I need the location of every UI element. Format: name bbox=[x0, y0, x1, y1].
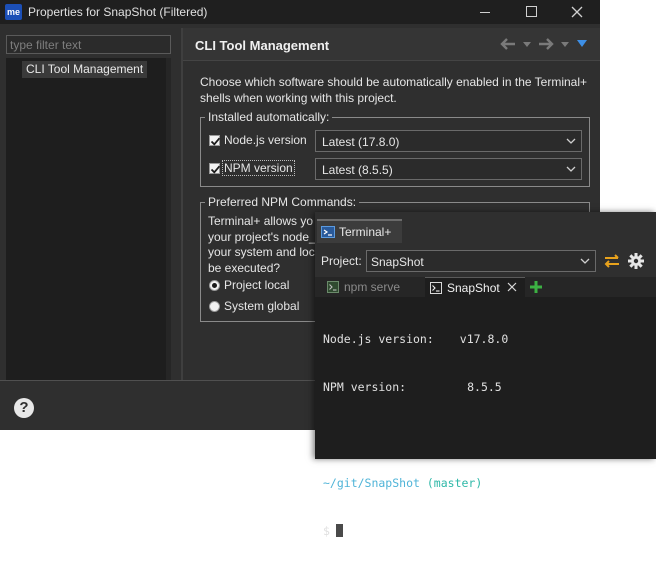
maximize-button[interactable] bbox=[508, 0, 554, 24]
nodejs-version-select[interactable]: Latest (17.8.0) bbox=[315, 130, 582, 152]
chevron-down-icon bbox=[566, 166, 576, 172]
output-line: NPM version: 8.5.5 bbox=[323, 379, 648, 395]
prompt-line: $ bbox=[323, 523, 648, 539]
current-directory: ~/git/SnapShot bbox=[323, 476, 420, 490]
nodejs-checkbox[interactable] bbox=[209, 135, 221, 146]
session-label: SnapShot bbox=[447, 281, 500, 295]
terminal-toolbar: Project: SnapShot bbox=[315, 247, 656, 277]
project-value: SnapShot bbox=[371, 255, 424, 269]
nodejs-version-value: Latest (17.8.0) bbox=[322, 135, 400, 149]
app-logo-icon: me bbox=[5, 4, 22, 20]
output-key: NPM version: bbox=[323, 380, 407, 394]
title-bar: me Properties for SnapShot (Filtered) bbox=[0, 0, 600, 24]
panel-divider[interactable] bbox=[181, 28, 183, 380]
view-menu-icon[interactable] bbox=[577, 40, 587, 47]
page-description: Choose which software should be automati… bbox=[200, 75, 588, 105]
terminal-plus-view: Terminal+ Project: SnapShot npm serve Sn… bbox=[315, 212, 656, 538]
description-line: your project's node_ bbox=[208, 229, 316, 244]
page-title: CLI Tool Management bbox=[195, 38, 330, 53]
chevron-down-icon bbox=[580, 258, 590, 264]
output-value: 8.5.5 bbox=[467, 380, 502, 394]
git-branch: (master) bbox=[426, 476, 483, 490]
system-global-radio[interactable] bbox=[209, 301, 220, 312]
npm-version-select[interactable]: Latest (8.5.5) bbox=[315, 158, 582, 180]
close-tab-icon[interactable] bbox=[507, 282, 517, 292]
npm-version-label: NPM version bbox=[222, 160, 295, 176]
window-title: Properties for SnapShot (Filtered) bbox=[28, 5, 208, 19]
gear-icon[interactable] bbox=[626, 251, 646, 271]
npm-checkbox[interactable] bbox=[209, 163, 221, 174]
minimize-button[interactable] bbox=[462, 0, 508, 24]
close-icon bbox=[571, 6, 583, 18]
project-label: Project: bbox=[321, 254, 362, 268]
tab-label: Terminal+ bbox=[339, 225, 392, 239]
back-history-dropdown-icon[interactable] bbox=[523, 42, 531, 47]
forward-arrow-icon[interactable] bbox=[537, 37, 555, 51]
output-line: Node.js version: v17.8.0 bbox=[323, 331, 648, 347]
sync-icon[interactable] bbox=[602, 251, 622, 271]
terminal-session-icon bbox=[327, 281, 339, 293]
chevron-down-icon bbox=[566, 138, 576, 144]
view-tab-bar: Terminal+ bbox=[315, 212, 656, 247]
npm-commands-description: Terminal+ allows yo your project's node_… bbox=[208, 214, 316, 276]
prompt-symbol: $ bbox=[323, 524, 330, 538]
session-label: npm serve bbox=[344, 280, 401, 294]
installed-automatically-group: Installed automatically: Node.js version… bbox=[200, 110, 590, 187]
group-title-installed: Installed automatically: bbox=[205, 110, 333, 124]
tab-terminal-plus[interactable]: Terminal+ bbox=[317, 219, 402, 243]
preference-tree: CLI Tool Management bbox=[6, 58, 171, 380]
session-tab-snapshot[interactable]: SnapShot bbox=[425, 277, 525, 297]
description-line: be executed? bbox=[208, 260, 281, 275]
system-global-label: System global bbox=[224, 299, 300, 313]
project-local-radio[interactable] bbox=[209, 280, 220, 291]
text-cursor bbox=[335, 524, 343, 537]
npm-version-value: Latest (8.5.5) bbox=[322, 163, 393, 177]
description-line: your system and loc bbox=[208, 245, 315, 259]
output-key: Node.js version: bbox=[323, 332, 434, 346]
terminal-output[interactable]: Node.js version: v17.8.0 NPM version: 8.5.… bbox=[323, 299, 648, 571]
session-tab-npm-serve[interactable]: npm serve bbox=[322, 277, 422, 297]
tree-item-cli-tool-management[interactable]: CLI Tool Management bbox=[22, 61, 148, 78]
help-icon[interactable]: ? bbox=[14, 398, 34, 418]
prompt-path-line: ~/git/SnapShot (master) bbox=[323, 475, 648, 491]
checkmark-icon bbox=[210, 165, 221, 174]
terminal-session-icon bbox=[430, 282, 442, 294]
output-value: v17.8.0 bbox=[459, 332, 509, 346]
session-tab-bar: npm serve SnapShot bbox=[315, 277, 656, 297]
add-session-icon[interactable] bbox=[529, 280, 543, 294]
tree-scrollbar[interactable] bbox=[166, 58, 171, 380]
nodejs-version-label: Node.js version bbox=[224, 133, 307, 147]
checkmark-icon bbox=[210, 137, 221, 146]
page-header: CLI Tool Management bbox=[183, 28, 600, 61]
project-local-label: Project local bbox=[224, 278, 290, 292]
description-line: Terminal+ allows yo bbox=[208, 214, 314, 228]
group-title-npm: Preferred NPM Commands: bbox=[205, 195, 360, 209]
forward-history-dropdown-icon[interactable] bbox=[561, 42, 569, 47]
back-arrow-icon[interactable] bbox=[499, 37, 517, 51]
terminal-icon bbox=[321, 226, 335, 238]
project-select[interactable]: SnapShot bbox=[366, 250, 596, 272]
filter-input[interactable] bbox=[6, 35, 171, 54]
close-button[interactable] bbox=[554, 0, 600, 24]
